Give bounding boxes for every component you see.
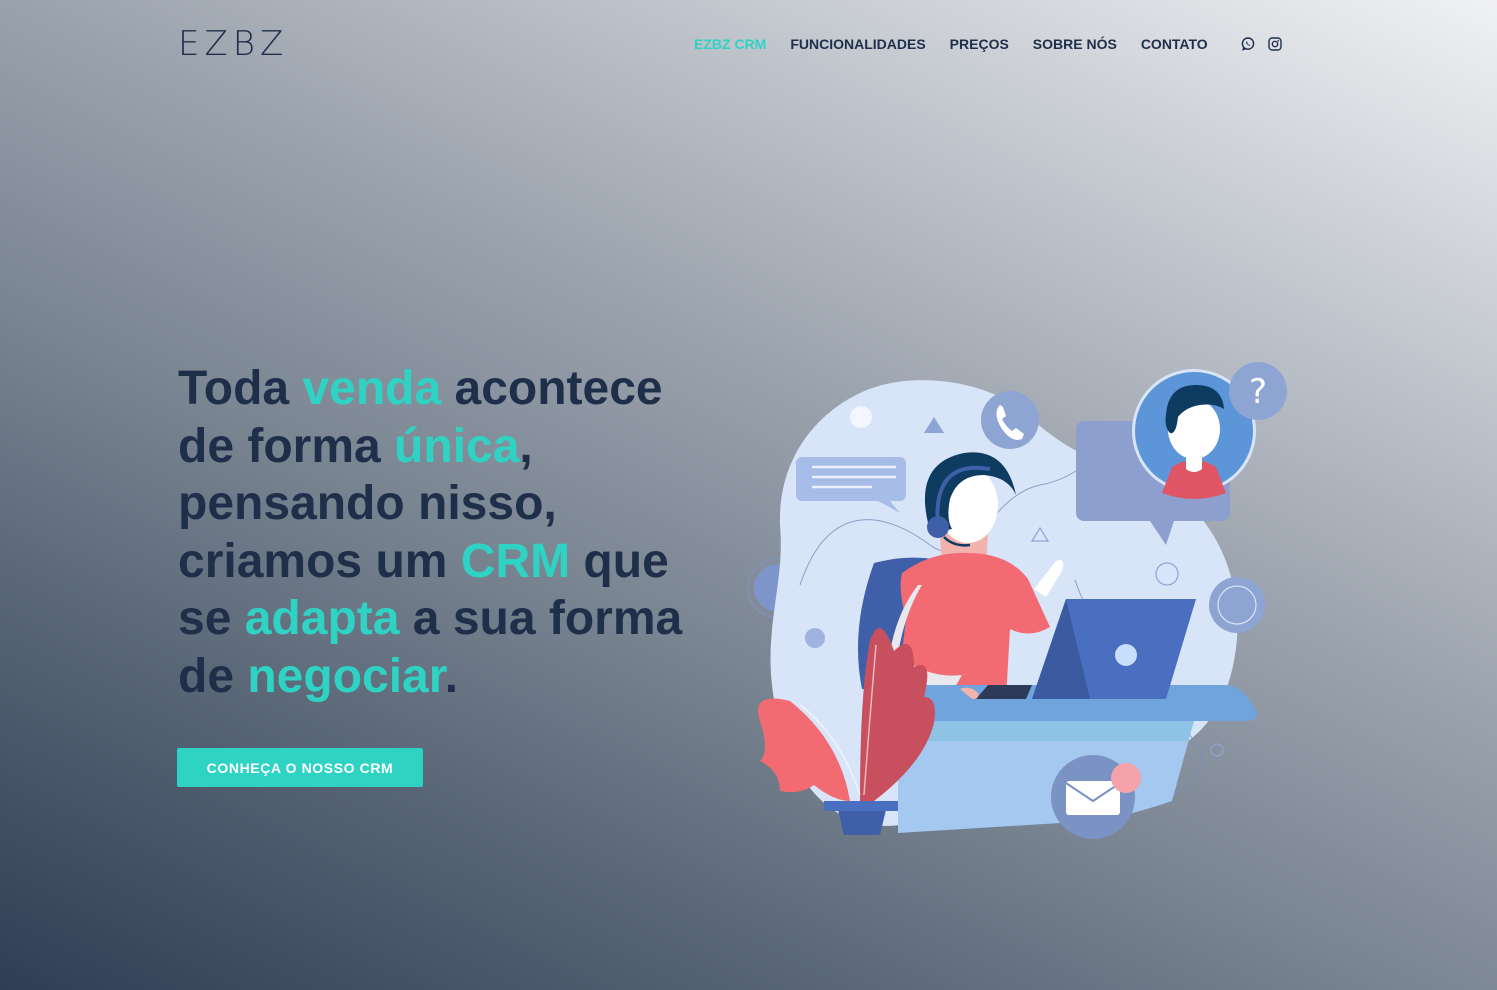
main-nav: EZBZ CRM FUNCIONALIDADES PREÇOS SOBRE NÓ… <box>694 36 1208 52</box>
nav-link-ezbz-crm[interactable]: EZBZ CRM <box>694 36 766 52</box>
hero-title-highlight: adapta <box>244 592 400 645</box>
illustration-svg: ? <box>747 362 1287 839</box>
hero-title-highlight: negociar <box>247 649 445 703</box>
whatsapp-icon[interactable] <box>1240 36 1256 52</box>
hero-title-part: Toda <box>178 362 303 415</box>
svg-text:?: ? <box>1249 372 1267 412</box>
hero-title-highlight: CRM <box>460 534 571 588</box>
nav-link-sobre-nos[interactable]: SOBRE NÓS <box>1033 36 1117 52</box>
nav-link-precos[interactable]: PREÇOS <box>950 36 1009 52</box>
hero-title-highlight: venda <box>302 362 442 415</box>
hero-title-part: . <box>444 649 459 703</box>
nav-link-contato[interactable]: CONTATO <box>1141 36 1208 52</box>
instagram-icon[interactable] <box>1267 36 1283 52</box>
nav-link-funcionalidades[interactable]: FUNCIONALIDADES <box>790 36 925 52</box>
customer-support-illustration: ? <box>740 355 1300 845</box>
hero-title-highlight: única <box>394 419 520 473</box>
site-header: EZBZ EZBZ CRM FUNCIONALIDADES PREÇOS SOB… <box>0 0 1497 90</box>
social-links <box>1240 36 1283 52</box>
logo[interactable]: EZBZ <box>178 24 288 64</box>
cta-button[interactable]: CONHEÇA O NOSSO CRM <box>177 748 423 787</box>
hero-title: Toda venda acontece de forma única, pens… <box>178 360 718 705</box>
